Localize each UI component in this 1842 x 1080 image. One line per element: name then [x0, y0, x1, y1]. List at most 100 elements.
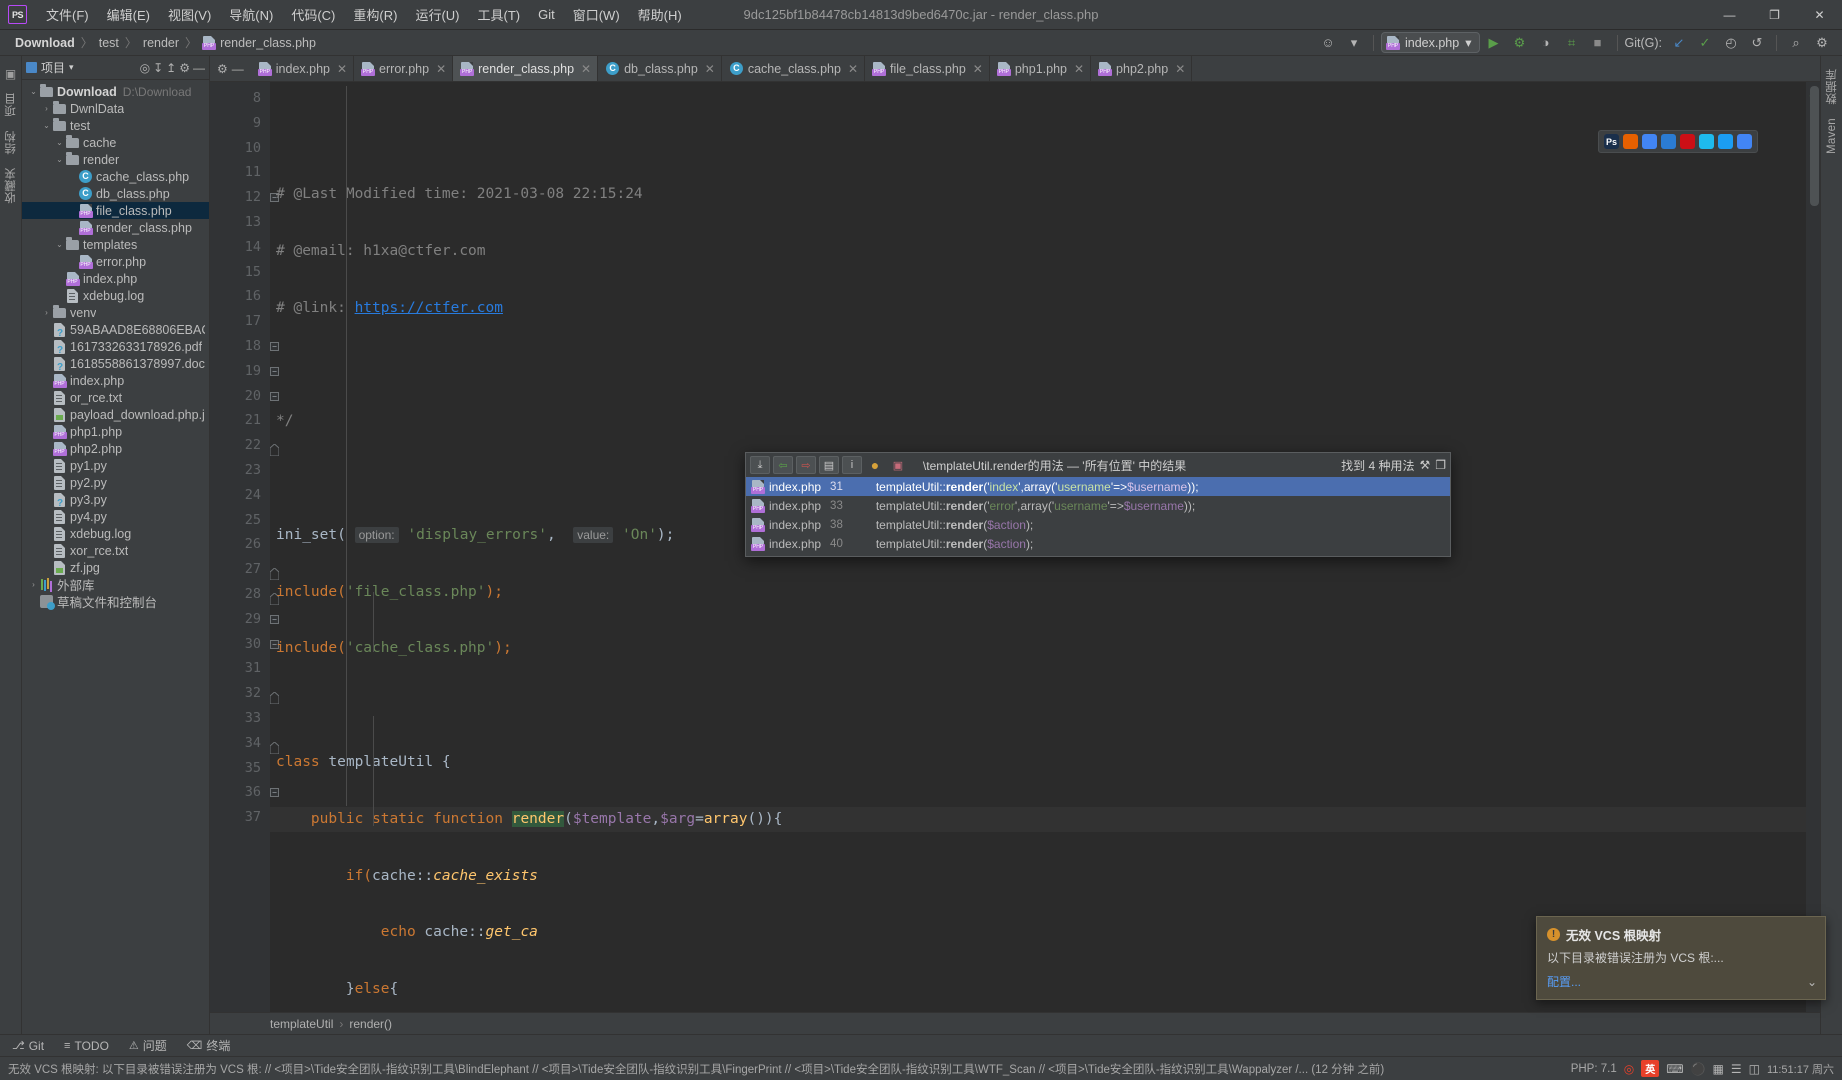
debug-button[interactable]: ⚙: [1508, 32, 1532, 54]
menu-item-7[interactable]: 工具(T): [468, 1, 529, 28]
tool-window-problems[interactable]: ⚠ 问题: [125, 1036, 171, 1055]
tree-node-payload-download-php-jpg[interactable]: payload_download.php.jpg: [22, 406, 209, 423]
tool-window-todo[interactable]: ≡ TODO: [60, 1038, 113, 1054]
browser-icon[interactable]: [1737, 134, 1752, 149]
close-icon[interactable]: ✕: [581, 62, 591, 76]
editor-tab-file-class-php[interactable]: file_class.php ✕: [865, 56, 990, 81]
tree-node---------[interactable]: 草稿文件和控制台: [22, 593, 209, 610]
panel-icon[interactable]: ▦: [1712, 1062, 1723, 1076]
editor-tab-php1-php[interactable]: php1.php ✕: [990, 56, 1092, 81]
tree-node-php2-php[interactable]: php2.php: [22, 440, 209, 457]
rollback-button[interactable]: ↺: [1745, 32, 1769, 54]
chevron-right-icon[interactable]: ›: [41, 308, 52, 317]
close-icon[interactable]: ✕: [1175, 62, 1185, 76]
project-tree[interactable]: ⌄ Download D:\Download › DwnlData ⌄ test ⌄ cache…: [22, 80, 209, 1034]
rail-item-maven[interactable]: Maven: [1826, 111, 1838, 161]
usage-row-0[interactable]: index.php 31 templateUtil::render('index',…: [746, 477, 1450, 496]
chevron-down-icon[interactable]: ⌄: [54, 138, 65, 147]
tree-node-render[interactable]: ⌄ render: [22, 151, 209, 168]
locate-file-icon[interactable]: ◎: [140, 61, 150, 75]
stop-button[interactable]: ■: [1586, 32, 1610, 54]
toolbox-icon[interactable]: ☰: [1731, 1062, 1742, 1076]
run-coverage-button[interactable]: ◑: [1534, 32, 1558, 54]
breadcrumb-item-1[interactable]: test: [94, 34, 124, 52]
chevron-right-icon[interactable]: ›: [28, 580, 39, 589]
notification-balloon[interactable]: ! 无效 VCS 根映射 以下目录被错误注册为 VCS 根:... 配置... …: [1536, 916, 1826, 1000]
chevron-down-icon[interactable]: ▾: [69, 62, 74, 73]
ctfer-link[interactable]: https://ctfer.com: [355, 300, 503, 316]
usage-row-1[interactable]: index.php 33 templateUtil::render('error',…: [746, 496, 1450, 515]
tree-node-venv[interactable]: › venv: [22, 304, 209, 321]
tree-node-or-rce-txt[interactable]: or_rce.txt: [22, 389, 209, 406]
tree-node-test[interactable]: ⌄ test: [22, 117, 209, 134]
tree-node-xdebug-log[interactable]: xdebug.log: [22, 525, 209, 542]
collapse-all-icon[interactable]: ↥: [166, 61, 176, 75]
find-usages-popup[interactable]: ⤓ ⇦ ⇨ ▤ i ● ▣ \templateUtil.render的用法 — …: [745, 452, 1451, 557]
close-button[interactable]: ✕: [1797, 0, 1842, 29]
tree-node-59abaad8e68806ebac108b[interactable]: 59ABAAD8E68806EBAC108B: [22, 321, 209, 339]
project-panel-icon[interactable]: ▣: [5, 62, 16, 86]
rail-item-structure[interactable]: 结构: [3, 124, 19, 162]
gear-icon[interactable]: ⚙: [1810, 32, 1834, 54]
close-icon[interactable]: ✕: [973, 62, 983, 76]
tree-node-zf-jpg[interactable]: zf.jpg: [22, 559, 209, 576]
close-icon[interactable]: ✕: [337, 62, 347, 76]
editor-scroll-thumb[interactable]: [1810, 86, 1819, 206]
tree-node-db-class-php[interactable]: Cdb_class.php: [22, 185, 209, 202]
browser-launcher-popup[interactable]: Ps: [1598, 130, 1758, 153]
menu-item-2[interactable]: 视图(V): [159, 1, 220, 28]
editor-tab-php2-php[interactable]: php2.php ✕: [1091, 56, 1193, 81]
group-by-file-button[interactable]: ▤: [819, 456, 839, 474]
editor-tab-cache-class-php[interactable]: Ccache_class.php ✕: [722, 56, 866, 81]
wrench-icon[interactable]: ⚒: [1419, 458, 1430, 472]
info-button[interactable]: i: [842, 456, 862, 474]
breadcrumb-item-0[interactable]: Download: [10, 34, 80, 52]
photoshop-icon[interactable]: Ps: [1604, 134, 1619, 149]
previous-occurrence-button[interactable]: ⇦: [773, 456, 793, 474]
tree-node-py4-py[interactable]: py4.py: [22, 508, 209, 525]
tree-node-xdebug-log[interactable]: xdebug.log: [22, 287, 209, 304]
gear-icon[interactable]: ⚙: [217, 62, 228, 76]
editor-breadcrumb-method[interactable]: render(): [349, 1017, 392, 1031]
profile-button[interactable]: ⌗: [1560, 32, 1584, 54]
breadcrumb-item-3[interactable]: render_class.php: [198, 34, 321, 52]
menu-item-1[interactable]: 编辑(E): [98, 1, 159, 28]
tree-node----[interactable]: › 外部库: [22, 576, 209, 593]
chevron-right-icon[interactable]: ›: [41, 104, 52, 113]
breadcrumb-item-2[interactable]: render: [138, 34, 184, 52]
safari-icon[interactable]: [1718, 134, 1733, 149]
tree-node-xor-rce-txt[interactable]: xor_rce.txt: [22, 542, 209, 559]
tree-node-py1-py[interactable]: py1.py: [22, 457, 209, 474]
tree-node-py2-py[interactable]: py2.py: [22, 474, 209, 491]
expand-all-icon[interactable]: ↧: [153, 61, 163, 75]
find-usages-list[interactable]: index.php 31 templateUtil::render('index',…: [746, 477, 1450, 556]
tree-node-py3-py[interactable]: py3.py: [22, 491, 209, 509]
editor-breadcrumb-class[interactable]: templateUtil: [270, 1017, 333, 1031]
close-icon[interactable]: ✕: [848, 62, 858, 76]
sogou-icon[interactable]: ◎: [1624, 1062, 1634, 1076]
mic-icon[interactable]: ⚫: [1691, 1062, 1706, 1076]
rail-item-project[interactable]: 项目: [3, 86, 19, 124]
menu-item-3[interactable]: 导航(N): [220, 1, 282, 28]
expand-all-button[interactable]: ⤓: [750, 456, 770, 474]
hide-panel-icon[interactable]: —: [232, 62, 244, 76]
commit-button[interactable]: ✓: [1693, 32, 1717, 54]
chevron-down-icon[interactable]: ⌄: [1807, 975, 1817, 989]
menu-item-6[interactable]: 运行(U): [406, 1, 468, 28]
more-icon[interactable]: ◫: [1749, 1062, 1760, 1076]
tree-node-cache-class-php[interactable]: Ccache_class.php: [22, 168, 209, 185]
tree-node-php1-php[interactable]: php1.php: [22, 423, 209, 440]
editor-marker-scrollbar[interactable]: ✓: [1806, 82, 1820, 1012]
chevron-down-icon[interactable]: ⌄: [54, 240, 65, 249]
hide-panel-icon[interactable]: —: [193, 61, 205, 75]
chevron-down-icon[interactable]: ⌄: [28, 87, 39, 96]
settings-gear-button[interactable]: ●: [865, 456, 885, 474]
open-in-tool-window-icon[interactable]: ❐: [1435, 458, 1446, 472]
opera-icon[interactable]: [1680, 134, 1695, 149]
editor-tab-error-php[interactable]: error.php ✕: [354, 56, 454, 81]
run-configuration-selector[interactable]: index.php ▾: [1381, 32, 1480, 53]
editor-tab-render-class-php[interactable]: render_class.php ✕: [453, 56, 599, 81]
minimize-button[interactable]: —: [1707, 0, 1752, 29]
usage-row-2[interactable]: index.php 38 templateUtil::render($action)…: [746, 515, 1450, 534]
status-message[interactable]: 无效 VCS 根映射: 以下目录被错误注册为 VCS 根: // <项目>\Ti…: [8, 1061, 1384, 1077]
